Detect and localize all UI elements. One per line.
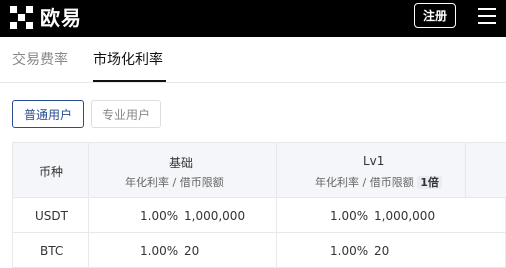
coin-cell: USDT (35, 209, 68, 223)
pro-user-button[interactable]: 专业用户 (91, 100, 161, 128)
tab-trading-fee[interactable]: 交易费率 (12, 49, 68, 69)
tab-market-rate[interactable]: 市场化利率 (93, 49, 163, 69)
group-sub-base: 年化利率 / 借币限额 (125, 176, 224, 189)
active-tab-indicator (93, 80, 166, 82)
okx-logo-icon (10, 6, 34, 30)
group-sub-lv1: 年化利率 / 借币限额 1倍 (315, 174, 442, 190)
brand-logo[interactable]: 欧易 (10, 6, 82, 30)
lv1-rate-cell: 1.00% (330, 209, 369, 223)
group-title-lv1: Lv1 (363, 154, 385, 168)
multiplier-badge: 1倍 (417, 176, 442, 189)
lv1-limit-cell: 1,000,000 (374, 209, 436, 223)
lv1-rate-cell: 1.00% (330, 244, 369, 258)
lv1-limit-cell: 20 (374, 244, 390, 258)
base-limit-cell: 20 (184, 244, 200, 258)
top-navbar: 欧易 注册 (0, 0, 506, 37)
brand-name: 欧易 (40, 6, 82, 30)
hamburger-menu-icon[interactable] (476, 5, 498, 27)
coin-cell: BTC (40, 244, 64, 258)
regular-user-button[interactable]: 普通用户 (12, 100, 84, 128)
table-row: USDT 1.00% 1,000,000 1.00% 1,000,000 (13, 198, 506, 233)
table-row: BTC 1.00% 20 1.00% 20 (13, 233, 506, 268)
interest-rate-table: 币种 基础 年化利率 / 借币限额 Lv1 年化利率 / 借币限额 1倍 USD… (12, 142, 506, 268)
base-limit-cell: 1,000,000 (184, 209, 246, 223)
column-header-coin: 币种 (39, 165, 64, 179)
base-rate-cell: 1.00% (140, 209, 179, 223)
rate-tabs: 交易费率 市场化利率 (0, 37, 506, 83)
base-rate-cell: 1.00% (140, 244, 179, 258)
register-button[interactable]: 注册 (414, 3, 456, 28)
group-title-base: 基础 (169, 156, 194, 170)
